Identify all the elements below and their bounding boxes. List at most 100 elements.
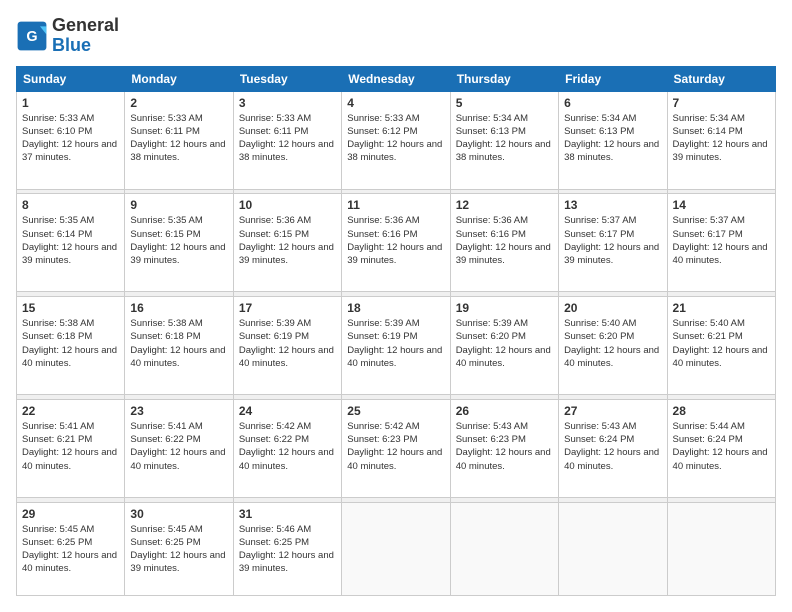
logo-general: General: [52, 16, 119, 36]
sunset-label: Sunset: 6:13 PM: [564, 126, 634, 137]
sunrise-label: Sunrise: 5:34 AM: [456, 113, 528, 124]
sunset-label: Sunset: 6:15 PM: [239, 229, 309, 240]
day-info: Sunrise: 5:41 AM Sunset: 6:21 PM Dayligh…: [22, 420, 119, 473]
header: G General Blue: [16, 16, 776, 56]
day-number: 28: [673, 404, 770, 418]
sunset-label: Sunset: 6:17 PM: [564, 229, 634, 240]
daylight-label: Daylight: 12 hours and 40 minutes.: [673, 345, 768, 369]
sunrise-label: Sunrise: 5:38 AM: [130, 318, 202, 329]
sunset-label: Sunset: 6:11 PM: [239, 126, 309, 137]
calendar-cell: 1 Sunrise: 5:33 AM Sunset: 6:10 PM Dayli…: [17, 91, 125, 189]
day-number: 18: [347, 301, 444, 315]
day-info: Sunrise: 5:33 AM Sunset: 6:10 PM Dayligh…: [22, 112, 119, 165]
weekday-header-row: Sunday Monday Tuesday Wednesday Thursday…: [17, 66, 776, 91]
sunset-label: Sunset: 6:14 PM: [673, 126, 743, 137]
calendar-cell: 21 Sunrise: 5:40 AM Sunset: 6:21 PM Dayl…: [667, 297, 775, 395]
sunset-label: Sunset: 6:13 PM: [456, 126, 526, 137]
sunset-label: Sunset: 6:24 PM: [564, 434, 634, 445]
day-info: Sunrise: 5:45 AM Sunset: 6:25 PM Dayligh…: [130, 523, 227, 576]
sunset-label: Sunset: 6:12 PM: [347, 126, 417, 137]
sunset-label: Sunset: 6:25 PM: [239, 537, 309, 548]
daylight-label: Daylight: 12 hours and 37 minutes.: [22, 139, 117, 163]
calendar-cell: 23 Sunrise: 5:41 AM Sunset: 6:22 PM Dayl…: [125, 399, 233, 497]
sunset-label: Sunset: 6:16 PM: [347, 229, 417, 240]
day-info: Sunrise: 5:36 AM Sunset: 6:15 PM Dayligh…: [239, 214, 336, 267]
calendar-cell: 6 Sunrise: 5:34 AM Sunset: 6:13 PM Dayli…: [559, 91, 667, 189]
day-number: 1: [22, 96, 119, 110]
sunset-label: Sunset: 6:15 PM: [130, 229, 200, 240]
logo-blue: Blue: [52, 36, 119, 56]
day-number: 16: [130, 301, 227, 315]
sunrise-label: Sunrise: 5:43 AM: [456, 421, 528, 432]
sunrise-label: Sunrise: 5:39 AM: [456, 318, 528, 329]
header-thursday: Thursday: [450, 66, 558, 91]
day-info: Sunrise: 5:36 AM Sunset: 6:16 PM Dayligh…: [347, 214, 444, 267]
sunrise-label: Sunrise: 5:37 AM: [673, 215, 745, 226]
daylight-label: Daylight: 12 hours and 38 minutes.: [347, 139, 442, 163]
daylight-label: Daylight: 12 hours and 40 minutes.: [130, 345, 225, 369]
day-number: 30: [130, 507, 227, 521]
day-info: Sunrise: 5:43 AM Sunset: 6:24 PM Dayligh…: [564, 420, 661, 473]
week-row-1: 1 Sunrise: 5:33 AM Sunset: 6:10 PM Dayli…: [17, 91, 776, 189]
day-number: 24: [239, 404, 336, 418]
sunrise-label: Sunrise: 5:36 AM: [239, 215, 311, 226]
daylight-label: Daylight: 12 hours and 38 minutes.: [239, 139, 334, 163]
sunset-label: Sunset: 6:16 PM: [456, 229, 526, 240]
sunset-label: Sunset: 6:20 PM: [564, 331, 634, 342]
sunrise-label: Sunrise: 5:38 AM: [22, 318, 94, 329]
day-number: 20: [564, 301, 661, 315]
sunset-label: Sunset: 6:25 PM: [22, 537, 92, 548]
header-sunday: Sunday: [17, 66, 125, 91]
sunrise-label: Sunrise: 5:45 AM: [130, 524, 202, 535]
sunrise-label: Sunrise: 5:36 AM: [347, 215, 419, 226]
daylight-label: Daylight: 12 hours and 40 minutes.: [347, 447, 442, 471]
day-info: Sunrise: 5:33 AM Sunset: 6:12 PM Dayligh…: [347, 112, 444, 165]
calendar-cell: [667, 502, 775, 595]
calendar-cell: 12 Sunrise: 5:36 AM Sunset: 6:16 PM Dayl…: [450, 194, 558, 292]
day-info: Sunrise: 5:34 AM Sunset: 6:14 PM Dayligh…: [673, 112, 770, 165]
sunset-label: Sunset: 6:21 PM: [22, 434, 92, 445]
day-number: 22: [22, 404, 119, 418]
logo: G General Blue: [16, 16, 119, 56]
daylight-label: Daylight: 12 hours and 40 minutes.: [130, 447, 225, 471]
daylight-label: Daylight: 12 hours and 40 minutes.: [22, 447, 117, 471]
calendar-cell: 31 Sunrise: 5:46 AM Sunset: 6:25 PM Dayl…: [233, 502, 341, 595]
calendar-cell: 8 Sunrise: 5:35 AM Sunset: 6:14 PM Dayli…: [17, 194, 125, 292]
sunrise-label: Sunrise: 5:44 AM: [673, 421, 745, 432]
calendar-cell: 5 Sunrise: 5:34 AM Sunset: 6:13 PM Dayli…: [450, 91, 558, 189]
day-number: 14: [673, 198, 770, 212]
daylight-label: Daylight: 12 hours and 40 minutes.: [22, 550, 117, 574]
sunrise-label: Sunrise: 5:41 AM: [130, 421, 202, 432]
sunset-label: Sunset: 6:20 PM: [456, 331, 526, 342]
day-info: Sunrise: 5:37 AM Sunset: 6:17 PM Dayligh…: [564, 214, 661, 267]
day-info: Sunrise: 5:39 AM Sunset: 6:19 PM Dayligh…: [239, 317, 336, 370]
sunset-label: Sunset: 6:19 PM: [239, 331, 309, 342]
daylight-label: Daylight: 12 hours and 40 minutes.: [22, 345, 117, 369]
daylight-label: Daylight: 12 hours and 40 minutes.: [673, 242, 768, 266]
sunset-label: Sunset: 6:25 PM: [130, 537, 200, 548]
calendar-cell: 22 Sunrise: 5:41 AM Sunset: 6:21 PM Dayl…: [17, 399, 125, 497]
calendar-cell: [450, 502, 558, 595]
day-number: 29: [22, 507, 119, 521]
header-wednesday: Wednesday: [342, 66, 450, 91]
sunset-label: Sunset: 6:18 PM: [22, 331, 92, 342]
day-number: 11: [347, 198, 444, 212]
day-number: 5: [456, 96, 553, 110]
daylight-label: Daylight: 12 hours and 39 minutes.: [239, 550, 334, 574]
day-number: 7: [673, 96, 770, 110]
day-number: 6: [564, 96, 661, 110]
daylight-label: Daylight: 12 hours and 40 minutes.: [456, 447, 551, 471]
sunrise-label: Sunrise: 5:46 AM: [239, 524, 311, 535]
daylight-label: Daylight: 12 hours and 40 minutes.: [456, 345, 551, 369]
day-info: Sunrise: 5:36 AM Sunset: 6:16 PM Dayligh…: [456, 214, 553, 267]
day-info: Sunrise: 5:44 AM Sunset: 6:24 PM Dayligh…: [673, 420, 770, 473]
day-number: 3: [239, 96, 336, 110]
sunset-label: Sunset: 6:22 PM: [239, 434, 309, 445]
sunrise-label: Sunrise: 5:34 AM: [673, 113, 745, 124]
sunrise-label: Sunrise: 5:42 AM: [239, 421, 311, 432]
header-saturday: Saturday: [667, 66, 775, 91]
sunrise-label: Sunrise: 5:34 AM: [564, 113, 636, 124]
day-number: 23: [130, 404, 227, 418]
day-number: 27: [564, 404, 661, 418]
calendar-cell: 20 Sunrise: 5:40 AM Sunset: 6:20 PM Dayl…: [559, 297, 667, 395]
